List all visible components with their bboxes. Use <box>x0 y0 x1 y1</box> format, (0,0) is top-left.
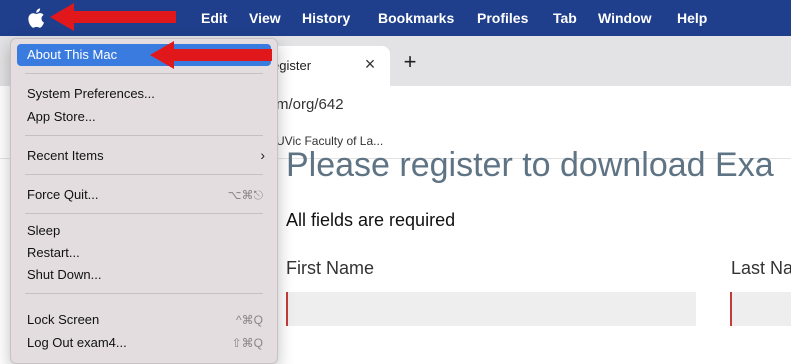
menu-item-label: Sleep <box>27 223 61 238</box>
menu-item-label: System Preferences... <box>27 86 155 101</box>
menu-item-label: About This Mac <box>27 47 118 62</box>
menu-separator <box>25 135 263 136</box>
new-tab-button[interactable]: + <box>398 50 422 74</box>
tab-register[interactable]: egister × <box>262 46 390 86</box>
menu-item-lock-screen[interactable]: Lock Screen ^⌘Q <box>17 309 271 331</box>
apple-logo-icon[interactable] <box>26 6 48 30</box>
menu-history[interactable]: History <box>302 0 350 36</box>
menu-item-label: Lock Screen <box>27 312 100 327</box>
fields-required-note: All fields are required <box>286 210 456 230</box>
annotation-arrow-apple <box>50 3 176 31</box>
annotation-arrow-about <box>150 41 272 69</box>
menu-item-shortcut: ^⌘Q <box>236 313 263 327</box>
menu-view[interactable]: View <box>249 0 281 36</box>
last-name-label: Last Na <box>731 258 791 278</box>
menu-item-app-store[interactable]: App Store... <box>17 106 271 128</box>
menu-item-label: Log Out exam4... <box>27 335 127 350</box>
menu-window[interactable]: Window <box>598 0 652 36</box>
url-text[interactable]: m/org/642 <box>276 96 344 113</box>
chevron-right-icon: › <box>260 147 265 163</box>
menu-item-shortcut: ⌥⌘⎋ <box>227 188 263 202</box>
menu-separator <box>25 213 263 214</box>
menu-item-force-quit[interactable]: Force Quit... ⌥⌘⎋ <box>17 184 271 206</box>
first-name-input[interactable] <box>286 292 696 326</box>
menu-separator <box>25 293 263 294</box>
menu-separator <box>25 174 263 175</box>
menu-item-label: Force Quit... <box>27 187 99 202</box>
menu-item-label: App Store... <box>27 109 96 124</box>
menu-item-log-out[interactable]: Log Out exam4... ⇧⌘Q <box>17 332 271 354</box>
last-name-input[interactable] <box>730 292 791 326</box>
menu-item-sleep[interactable]: Sleep <box>17 220 271 242</box>
menu-item-shut-down[interactable]: Shut Down... <box>17 264 271 286</box>
close-icon[interactable]: × <box>360 54 380 74</box>
menu-item-label: Recent Items <box>27 148 104 163</box>
menu-item-system-preferences[interactable]: System Preferences... <box>17 83 271 105</box>
menu-tab[interactable]: Tab <box>553 0 577 36</box>
menu-help[interactable]: Help <box>677 0 707 36</box>
menu-item-label: Restart... <box>27 245 80 260</box>
menu-separator <box>25 73 263 74</box>
first-name-label: First Name <box>286 258 375 278</box>
menu-item-label: Shut Down... <box>27 267 102 282</box>
menu-bookmarks[interactable]: Bookmarks <box>378 0 454 36</box>
menu-item-shortcut: ⇧⌘Q <box>231 336 263 350</box>
menu-item-restart[interactable]: Restart... <box>17 242 271 264</box>
page-heading: Please register to download Exa <box>286 146 774 184</box>
apple-menu: About This Mac System Preferences... App… <box>10 38 278 364</box>
menu-edit[interactable]: Edit <box>201 0 227 36</box>
menu-profiles[interactable]: Profiles <box>477 0 528 36</box>
menu-item-recent-items[interactable]: Recent Items › <box>17 145 271 167</box>
